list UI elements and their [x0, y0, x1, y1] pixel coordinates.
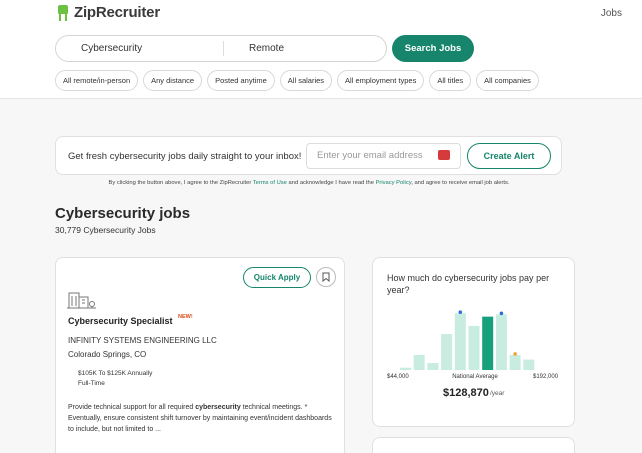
job-title-link[interactable]: Cybersecurity Specialist [68, 316, 173, 326]
salary-widget: How much do cybersecurity jobs pay per y… [372, 257, 575, 427]
top-header: ZipRecruiter Jobs Cybersecurity Remote S… [0, 0, 642, 99]
alert-text: Get fresh cybersecurity jobs daily strai… [68, 151, 302, 162]
average-salary: $128,870 [443, 387, 489, 399]
histogram-bar [482, 316, 494, 370]
filter-posted[interactable]: Posted anytime [207, 70, 275, 91]
histogram-bar [495, 314, 507, 370]
job-count: 30,779 Cybersecurity Jobs [55, 225, 156, 235]
company-name: INFINITY SYSTEMS ENGINEERING LLC [68, 336, 217, 345]
job-alert-bar: Get fresh cybersecurity jobs daily strai… [55, 136, 562, 175]
filter-bar: All remote/in-person Any distance Posted… [55, 70, 539, 91]
logo-text: ZipRecruiter [74, 4, 160, 21]
histogram-average-label: National Average [452, 374, 498, 380]
password-manager-icon[interactable] [438, 146, 450, 160]
filter-employment-type[interactable]: All employment types [337, 70, 425, 91]
filter-salary[interactable]: All salaries [279, 70, 333, 91]
filter-remote[interactable]: All remote/in-person [55, 70, 139, 91]
consent-text: By clicking the button above, I agree to… [108, 180, 510, 186]
page-title: Cybersecurity jobs [55, 205, 191, 222]
filter-companies[interactable]: All companies [476, 70, 539, 91]
job-location: Colorado Springs, CO [68, 350, 147, 359]
search-bar: Cybersecurity Remote [55, 35, 387, 62]
histogram-bar [454, 313, 466, 370]
quick-apply-button[interactable]: Quick Apply [243, 267, 311, 288]
histogram-marker [513, 352, 517, 356]
histogram-marker [499, 311, 504, 316]
chair-logo-icon [57, 4, 69, 21]
job-card[interactable]: Quick Apply Cybersecurity Specialist NEW… [55, 257, 345, 453]
histogram-min-label: $44,000 [387, 374, 409, 380]
new-badge: NEW! [178, 314, 193, 320]
histogram-bar [509, 354, 521, 370]
average-salary-unit: /year [490, 390, 505, 397]
histogram-bar [413, 354, 425, 370]
salary-histogram [400, 310, 535, 370]
histogram-bar [468, 325, 480, 370]
save-job-button[interactable] [316, 267, 336, 287]
ziprecruiter-logo[interactable]: ZipRecruiter [57, 4, 160, 21]
bookmark-icon [322, 272, 330, 282]
histogram-bar [427, 363, 439, 370]
histogram-bar [400, 367, 411, 370]
filter-titles[interactable]: All titles [429, 70, 472, 91]
job-salary: $105K To $125K Annually [78, 370, 153, 377]
keyword-input[interactable]: Cybersecurity [56, 40, 223, 57]
search-jobs-button[interactable]: Search Jobs [392, 35, 474, 62]
company-building-icon [67, 292, 96, 309]
location-input[interactable]: Remote [224, 40, 384, 57]
histogram-bar [523, 359, 535, 370]
nav-jobs-link[interactable]: Jobs [601, 8, 622, 19]
job-type: Full-Time [78, 380, 105, 387]
privacy-link[interactable]: Privacy Policy [376, 180, 412, 186]
histogram-marker [458, 310, 463, 314]
filter-distance[interactable]: Any distance [143, 70, 203, 91]
create-alert-button[interactable]: Create Alert [467, 143, 551, 169]
histogram-bar [441, 334, 453, 370]
job-snippet: Provide technical support for all requir… [68, 404, 332, 433]
next-card [372, 437, 575, 453]
terms-link[interactable]: Terms of Use [253, 180, 287, 186]
histogram-max-label: $192,000 [533, 374, 559, 380]
